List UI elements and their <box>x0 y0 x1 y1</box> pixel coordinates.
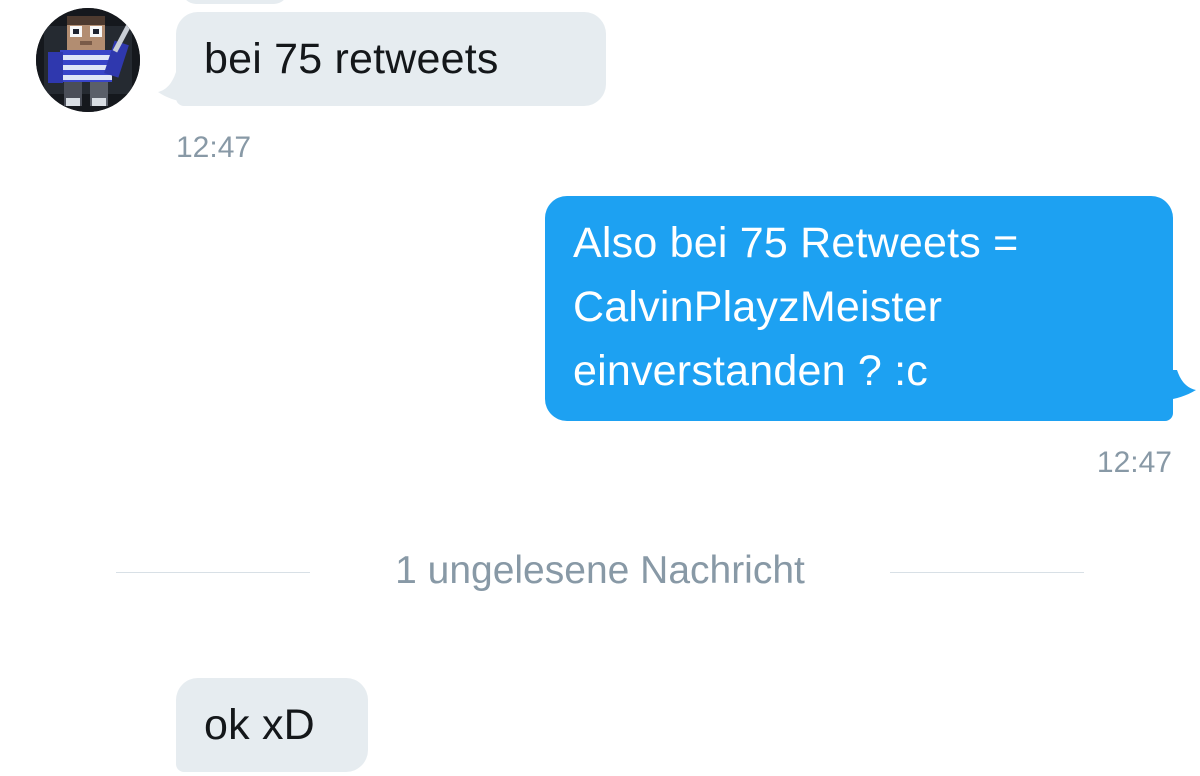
message-timestamp: 12:47 <box>1096 446 1172 479</box>
unread-divider-line <box>116 572 310 573</box>
message-text: ok xD <box>204 701 315 749</box>
outgoing-message-bubble[interactable]: Also bei 75 Retweets = CalvinPlayzMeiste… <box>545 196 1173 421</box>
unread-message-divider: 1 ungelesene Nachricht <box>395 549 805 592</box>
incoming-message-bubble[interactable]: ok xD <box>176 678 368 772</box>
unread-divider-line <box>890 572 1084 573</box>
message-text-line: Also bei 75 Retweets = <box>573 219 1019 267</box>
message-text: bei 75 retweets <box>204 35 499 83</box>
incoming-message-bubble[interactable]: bei 75 retweets <box>176 12 606 106</box>
message-text-line: CalvinPlayzMeister <box>573 283 943 331</box>
sender-avatar[interactable] <box>36 8 140 112</box>
previous-message-bubble-edge <box>182 0 288 4</box>
message-timestamp: 12:47 <box>176 131 252 164</box>
minecraft-character-avatar-icon <box>36 8 140 112</box>
message-text-line: einverstanden ? :c <box>573 347 928 395</box>
outgoing-bubble-tail <box>1166 370 1196 400</box>
